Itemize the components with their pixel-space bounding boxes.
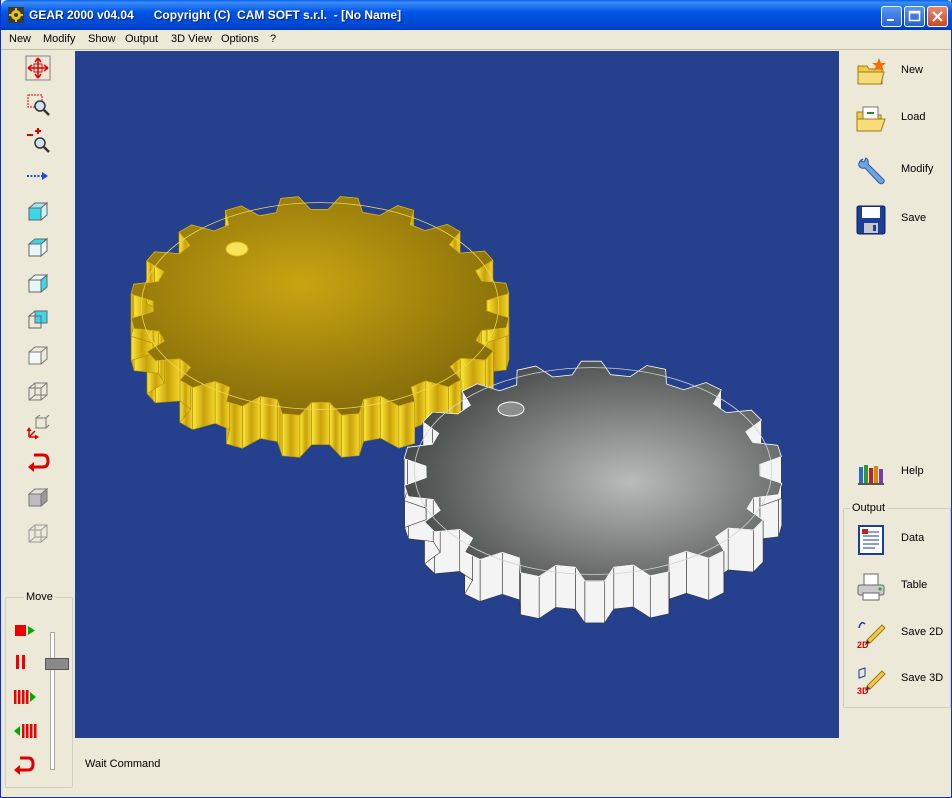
gear-side-face [686, 550, 710, 601]
view-front-icon[interactable] [25, 199, 51, 225]
main-window: GEAR 2000 v04.04 Copyright (C) CAM SOFT … [0, 0, 952, 798]
title-bar[interactable]: GEAR 2000 v04.04 Copyright (C) CAM SOFT … [1, 0, 952, 30]
open-folder-icon [856, 106, 886, 132]
help-label: Help [901, 465, 924, 477]
gear-side-face [649, 571, 670, 619]
save-3d-label: Save 3D [901, 672, 944, 684]
reset-icon[interactable] [11, 754, 39, 776]
app-gear-icon [8, 7, 24, 23]
undo-view-icon[interactable] [25, 449, 51, 475]
gear-side-face [479, 551, 503, 602]
stop-play-icon[interactable] [11, 620, 39, 642]
step-forward-icon[interactable] [11, 686, 39, 708]
gear-side-face [214, 380, 230, 430]
gear-scene [130, 195, 783, 624]
gear-side-face [613, 564, 634, 610]
save-label: Save [901, 212, 927, 224]
output-save2d-button[interactable]: 2D Save 2D [849, 614, 949, 654]
gear-side-face [363, 395, 381, 442]
books-icon [858, 465, 884, 485]
pencil-3d-icon: 3D [857, 667, 886, 696]
redraw-arrow-icon[interactable] [25, 163, 51, 189]
close-button[interactable] [927, 6, 948, 27]
minimize-icon [887, 19, 894, 21]
maximize-button[interactable] [904, 6, 925, 27]
gear-side-face [520, 572, 540, 619]
gear-top-face [130, 196, 510, 416]
output-panel-label: Output [850, 502, 888, 514]
new-file-icon [857, 58, 886, 85]
gear-side-face [341, 413, 360, 458]
gear-side-face [281, 413, 301, 458]
output-data-button[interactable]: Data [849, 520, 949, 560]
floppy-disk-icon [856, 205, 886, 235]
minimize-button[interactable] [881, 6, 902, 27]
view-bottom-icon[interactable] [25, 343, 51, 369]
menu-show[interactable]: Show [88, 33, 116, 45]
load-button[interactable]: Load [849, 99, 949, 139]
gear-side-face [708, 550, 725, 601]
step-back-icon[interactable] [11, 720, 39, 742]
speed-slider-track[interactable] [50, 632, 55, 770]
window-title: GEAR 2000 v04.04 Copyright (C) CAM SOFT … [29, 8, 402, 22]
document-data-icon [858, 525, 884, 555]
load-label: Load [901, 111, 926, 123]
svg-text:2D: 2D [857, 640, 869, 650]
move-panel-label: Move [24, 591, 55, 603]
menu-new[interactable]: New [9, 33, 31, 45]
pencil-2d-icon: 2D [857, 621, 886, 650]
wrench-icon [858, 157, 885, 185]
svg-text:3D: 3D [857, 686, 869, 696]
solid-render-icon[interactable] [25, 485, 51, 511]
view-side-icon[interactable] [25, 271, 51, 297]
save-button[interactable]: Save [849, 200, 949, 240]
modify-label: Modify [901, 163, 934, 175]
close-icon [932, 11, 943, 22]
menu-options[interactable]: Options [221, 33, 259, 45]
data-label: Data [901, 532, 925, 544]
view-back-icon[interactable] [25, 307, 51, 333]
gear-side-face [260, 396, 278, 442]
output-table-button[interactable]: Table [849, 567, 949, 607]
save-2d-label: Save 2D [901, 626, 944, 638]
pause-icon[interactable] [11, 651, 39, 673]
menu-output[interactable]: Output [125, 33, 158, 45]
menu-modify[interactable]: Modify [43, 33, 75, 45]
gear-hole [225, 241, 249, 257]
pan-icon[interactable] [25, 55, 51, 81]
zoom-window-icon[interactable] [25, 91, 51, 117]
new-label: New [901, 64, 924, 76]
menu-help[interactable]: ? [270, 33, 276, 45]
status-bar-text: Wait Command [85, 758, 161, 770]
axes-view-icon[interactable] [25, 415, 51, 441]
menu-bar: New Modify Show Output 3D View Options ? [1, 30, 951, 50]
gear-side-face [584, 580, 606, 624]
printer-icon [857, 573, 885, 601]
view-toolbar [7, 51, 73, 591]
menu-3d-view[interactable]: 3D View [171, 33, 212, 45]
view-iso-icon[interactable] [25, 379, 51, 405]
output-save3d-button[interactable]: 3D Save 3D [849, 660, 949, 700]
gear-hole [497, 401, 525, 417]
gear-side-face [668, 550, 687, 600]
modify-button[interactable]: Modify [849, 151, 949, 191]
gear-side-face [398, 400, 415, 449]
gear-side-face [727, 527, 754, 573]
gear-3d-viewport[interactable] [75, 51, 839, 738]
help-button[interactable]: Help [849, 453, 949, 493]
speed-slider-thumb[interactable] [45, 658, 69, 670]
new-button[interactable]: New [849, 52, 949, 92]
view-top-icon[interactable] [25, 235, 51, 261]
gear-side-face [501, 551, 520, 601]
wireframe-icon[interactable] [25, 521, 51, 547]
table-label: Table [901, 579, 928, 591]
maximize-icon [908, 10, 921, 22]
gear-side-face [555, 565, 576, 610]
zoom-in-out-icon[interactable] [25, 127, 51, 153]
